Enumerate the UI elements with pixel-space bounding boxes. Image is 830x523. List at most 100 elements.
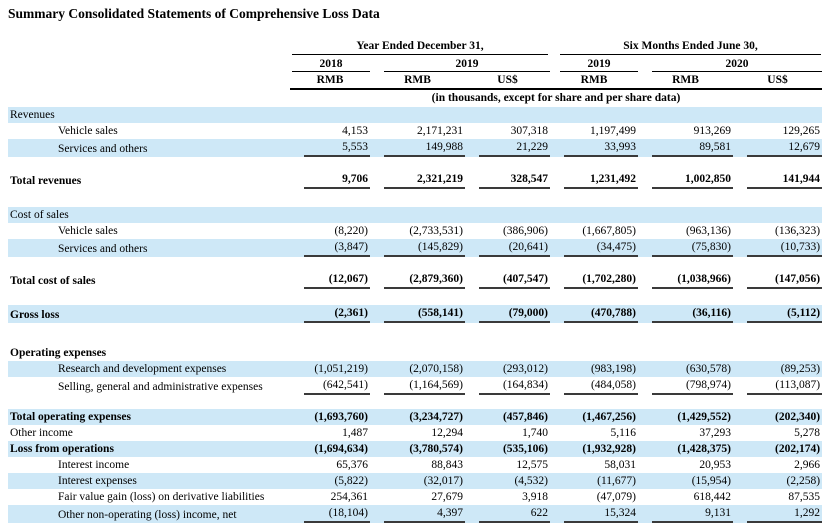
table-row: Research and development expenses (1,051,… [8,361,823,377]
value-cell: 58,031 [550,457,638,473]
value-text: (386,906) [502,225,548,237]
table-row: Interest income 65,376 88,843 12,575 58,031 2… [8,457,822,473]
value-text: (79,000) [479,305,550,323]
value-text: 2,321,219 [384,171,465,189]
row-label: Cost of sales [10,209,69,221]
value-cell: 12,294 [370,425,465,441]
row-label: Services and others [58,143,148,155]
value-text: (2,361) [304,305,370,323]
value-cell: (386,906) [465,223,550,239]
value-cell: (34,475) [550,239,638,257]
value-cell: (5,112) [733,305,823,323]
value-text: (5,112) [747,305,823,323]
value-cell: 2,171,231 [370,123,465,139]
value-text [384,207,465,223]
value-cell: (11,677) [550,473,638,489]
value-text: (2,258) [786,475,821,487]
value-cell: 20,953 [638,457,733,473]
value-text: (1,467,256) [582,411,636,423]
value-cell: (3,780,574) [370,441,465,457]
value-cell: 5,278 [733,425,822,441]
value-cell: (798,974) [638,377,733,395]
value-text: 9,706 [304,171,370,189]
value-cell [465,107,550,123]
value-text [479,107,550,123]
value-cell: 37,293 [638,425,733,441]
value-cell: (2,361) [290,305,370,323]
value-cell: 328,547 [465,171,550,189]
value-cell: (32,017) [370,473,465,489]
year-2020: 2020 [652,58,823,72]
value-text: (2,070,158) [409,363,463,375]
value-text: (1,932,928) [582,443,636,455]
value-text: (1,164,569) [384,377,465,395]
spacer-row [8,257,822,271]
value-text: (4,532) [514,475,548,487]
value-text: (11,677) [597,475,636,487]
value-text: 2,966 [794,459,821,471]
value-text: (1,702,280) [564,271,638,289]
value-cell: (1,702,280) [550,271,638,289]
value-text: (12,067) [304,271,370,289]
table-row: Total operating expenses (1,693,760) (3,23… [8,409,823,425]
value-text: (36,116) [652,305,733,323]
value-text: 21,229 [479,139,550,157]
row-label: Vehicle sales [58,225,118,237]
value-text: 3,918 [522,491,548,503]
value-text: (1,693,760) [314,411,368,423]
table-row: Other non-operating (loss) income, net (1… [8,505,823,523]
value-cell: 87,535 [733,489,822,505]
value-cell: 4,153 [290,123,370,139]
value-text: 1,487 [342,427,368,439]
spacer-row [8,395,822,409]
value-cell: 3,918 [465,489,550,505]
value-text: (293,012) [502,363,548,375]
value-text: 149,988 [384,139,465,157]
row-label: Services and others [58,243,148,255]
value-cell [638,107,733,123]
value-text: 15,324 [564,505,638,523]
table-row: Vehicle sales (8,220) (2,733,531) (386,906)… [8,223,822,239]
value-cell: (963,136) [638,223,733,239]
value-cell: 913,269 [638,123,733,139]
value-cell: (642,541) [290,377,370,395]
value-text: 4,397 [384,505,465,523]
value-cell: 622 [465,505,550,523]
page-title: Summary Consolidated Statements of Compr… [8,6,380,21]
value-cell: (12,067) [290,271,370,289]
value-text: (145,829) [384,239,465,257]
value-text: (535,106) [502,443,548,455]
value-cell: (630,578) [638,361,733,377]
value-cell: (113,087) [733,377,823,395]
value-text: (470,788) [564,305,638,323]
value-cell: 1,292 [733,505,823,523]
row-label: Total operating expenses [10,411,131,423]
value-text: 58,031 [604,459,636,471]
value-cell: 33,993 [550,139,638,157]
value-cell: 27,679 [370,489,465,505]
table-row: Services and others (3,847) (145,829) (20,6… [8,239,823,257]
value-text: (963,136) [685,225,731,237]
value-text [564,107,638,123]
value-cell [733,107,822,123]
currency-label: RMB [638,72,733,90]
value-cell: (1,429,552) [638,409,733,425]
value-text: (407,547) [479,271,550,289]
value-cell: (18,104) [290,505,370,523]
value-text: 88,843 [431,459,463,471]
value-text: 1,231,492 [564,171,638,189]
currency-label: US$ [465,72,550,90]
currency-label: US$ [733,72,823,90]
table-row: Fair value gain (loss) on derivative lia… [8,489,822,505]
value-text: (10,733) [747,239,823,257]
value-text [384,107,465,123]
value-cell: 21,229 [465,139,550,157]
row-label: Interest expenses [58,475,137,487]
value-cell: (3,847) [290,239,370,257]
spacer-row [8,289,822,305]
value-cell: (8,220) [290,223,370,239]
value-text: (1,429,552) [677,411,731,423]
value-cell: (2,733,531) [370,223,465,239]
period-group-annual: Year Ended December 31, [292,40,548,55]
value-text: (20,641) [479,239,550,257]
